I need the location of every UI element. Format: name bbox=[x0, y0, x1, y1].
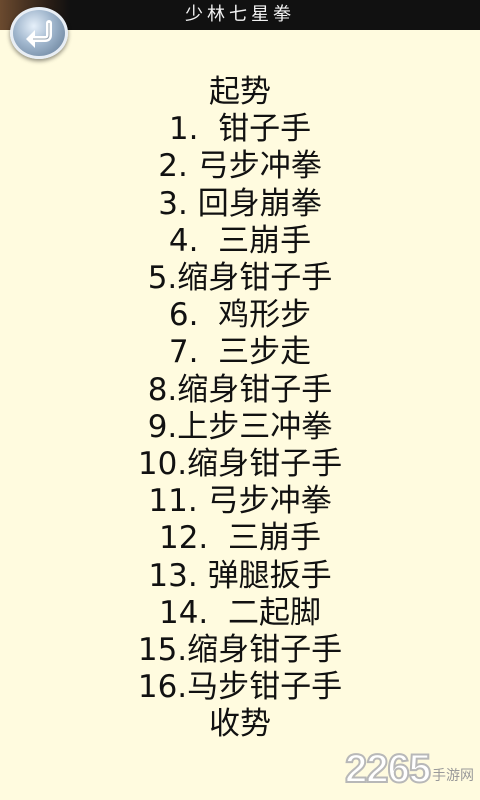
app-screen: 少林七星拳 起势 1. 钳子手 2. 弓步冲拳 3. 回身崩拳 4. 三崩手 5… bbox=[0, 0, 480, 800]
watermark: 2265 手游网 bbox=[344, 746, 474, 792]
move-item: 4. 三崩手 bbox=[168, 222, 312, 259]
move-item: 1. 钳子手 bbox=[168, 111, 312, 148]
move-item: 5.缩身钳子手 bbox=[147, 260, 333, 297]
move-item: 13. 弹腿扳手 bbox=[148, 557, 332, 594]
move-item: 6. 鸡形步 bbox=[168, 297, 312, 334]
move-item: 11. 弓步冲拳 bbox=[148, 483, 332, 520]
move-item: 3. 回身崩拳 bbox=[158, 185, 322, 222]
move-item: 2. 弓步冲拳 bbox=[158, 148, 322, 185]
move-item: 收势 bbox=[209, 706, 271, 743]
back-button[interactable] bbox=[10, 7, 68, 59]
move-item: 8.缩身钳子手 bbox=[147, 371, 333, 408]
watermark-number: 2265 bbox=[344, 746, 432, 792]
move-item: 15.缩身钳子手 bbox=[137, 632, 343, 669]
move-item: 16.马步钳子手 bbox=[137, 669, 343, 706]
title-bar: 少林七星拳 bbox=[0, 0, 480, 30]
page-title: 少林七星拳 bbox=[185, 4, 295, 25]
back-arrow-icon bbox=[26, 20, 52, 48]
move-item: 14. 二起脚 bbox=[158, 594, 321, 631]
move-item: 12. 三崩手 bbox=[158, 520, 321, 557]
move-item: 10.缩身钳子手 bbox=[137, 446, 343, 483]
watermark-text: 手游网 bbox=[432, 767, 474, 784]
move-item: 9.上步三冲拳 bbox=[147, 408, 333, 445]
move-list: 起势 1. 钳子手 2. 弓步冲拳 3. 回身崩拳 4. 三崩手 5.缩身钳子手… bbox=[0, 74, 480, 744]
move-item: 起势 bbox=[209, 74, 271, 110]
move-item: 7. 三步走 bbox=[168, 334, 312, 371]
